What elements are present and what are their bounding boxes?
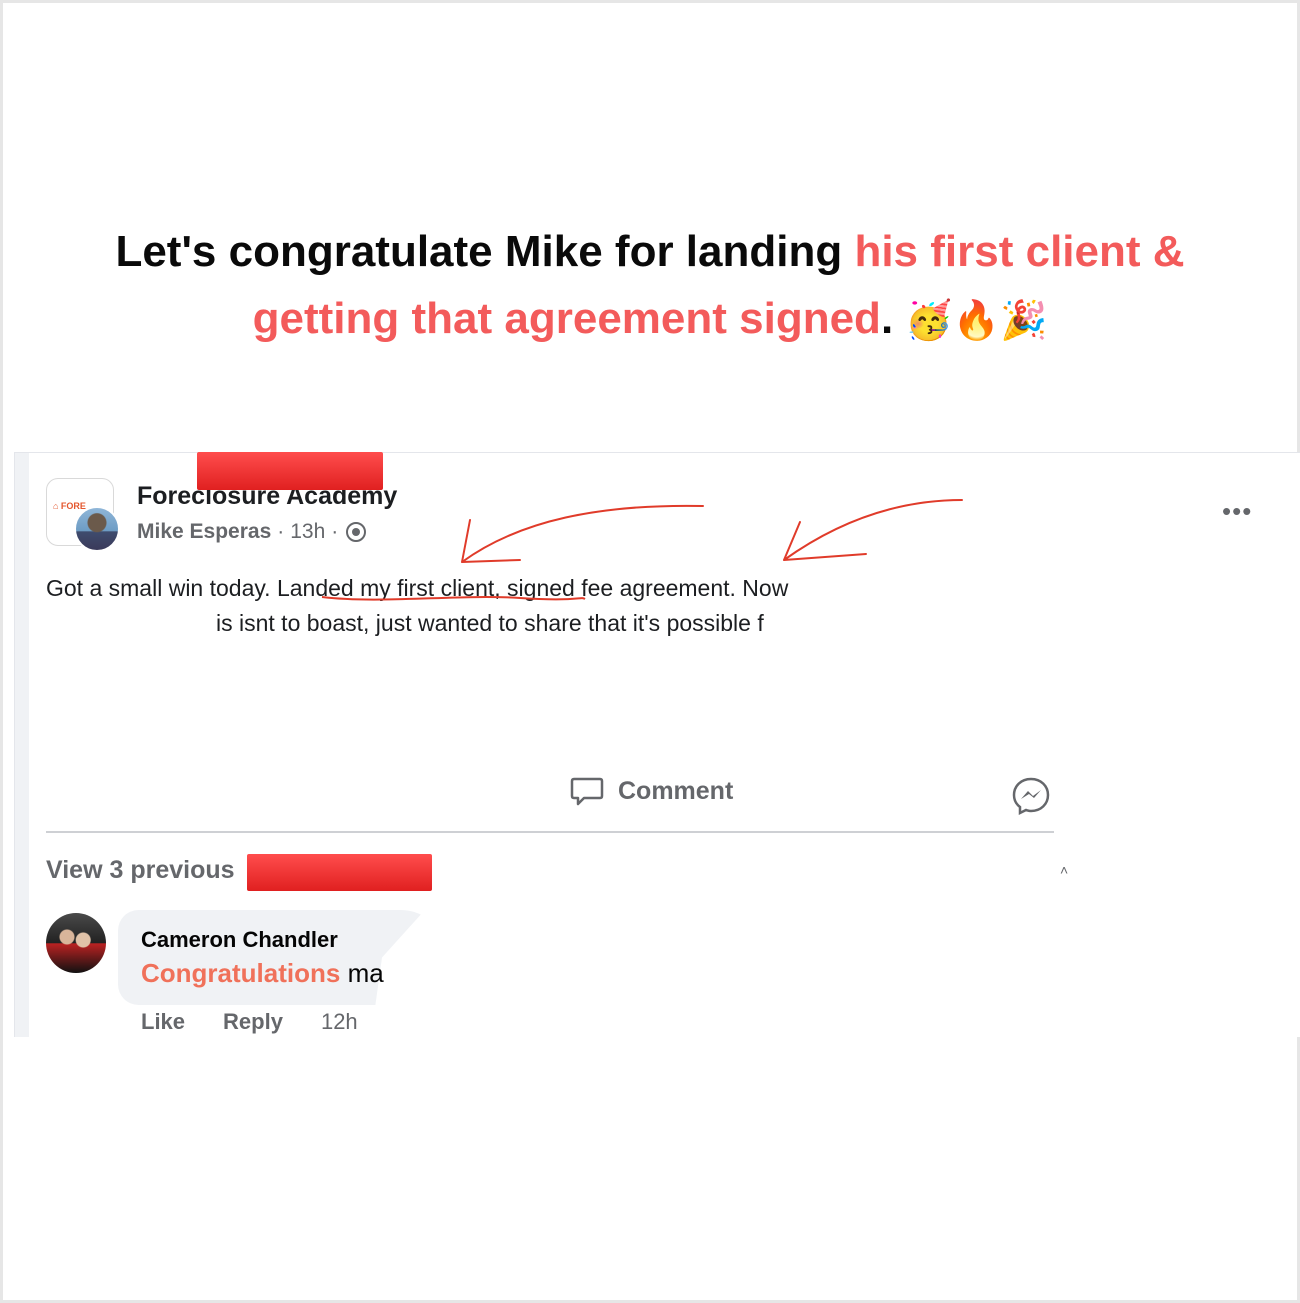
comment-actions: Like Reply 12h (141, 1009, 358, 1035)
headline-accent-2: getting that agreement signed (252, 294, 881, 343)
headline-accent-1: his first client & (854, 227, 1185, 276)
meta-separator: · (331, 520, 339, 543)
edge-shadow (15, 453, 29, 1037)
like-button[interactable]: Like (141, 1009, 185, 1035)
author-avatar[interactable] (74, 506, 120, 552)
comment-highlight: Congratulations (141, 958, 341, 988)
comment-icon (570, 777, 604, 806)
more-options-icon[interactable]: ••• (1222, 498, 1252, 524)
reply-button[interactable]: Reply (223, 1009, 283, 1035)
redaction-bar (197, 452, 383, 490)
post-timestamp[interactable]: 13h (290, 520, 325, 544)
comment-timestamp[interactable]: 12h (321, 1009, 358, 1035)
author-name-link[interactable]: Mike Esperas (137, 520, 271, 544)
post-text-line-1: Got a small win today. Landed my first c… (46, 575, 789, 601)
actions-divider (46, 831, 1054, 833)
messenger-icon[interactable] (1010, 775, 1052, 817)
group-audience-icon (346, 522, 367, 542)
headline-period: . (880, 294, 894, 343)
comment-button[interactable]: Comment (570, 776, 733, 806)
headline-part-1: Let's congratulate Mike for landing (115, 227, 855, 276)
comment-rest: ma (340, 958, 384, 988)
comment-label: Comment (618, 776, 734, 805)
commenter-name-link[interactable]: Cameron Chandler (141, 927, 338, 953)
post-meta: Mike Esperas · 13h · (137, 520, 367, 544)
group-logo-icon: ⌂ FORE (53, 501, 86, 511)
congrats-headline: Let's congratulate Mike for landing his … (60, 218, 1240, 354)
commenter-avatar[interactable] (46, 913, 106, 973)
view-previous-comments-link[interactable]: View 3 previous (46, 856, 235, 885)
celebration-emojis: 🥳🔥🎉 (905, 298, 1048, 342)
post-text-line-2: is isnt to boast, just wanted to share t… (216, 610, 764, 636)
sort-indicator-icon: ˄ (1060, 862, 1069, 878)
comment-text: Congratulations ma (141, 958, 384, 989)
redaction-bar (247, 854, 432, 891)
meta-separator: · (277, 520, 285, 543)
